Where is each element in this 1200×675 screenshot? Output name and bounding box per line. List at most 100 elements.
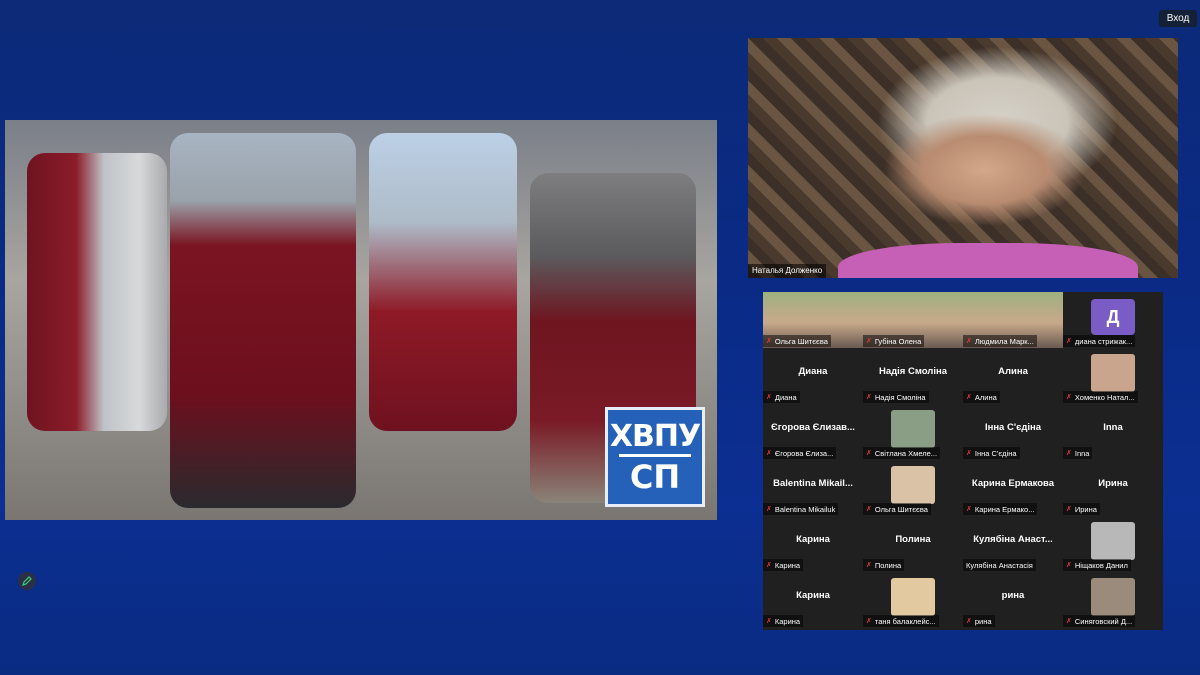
participant-name: Карина Ермако... [974, 504, 1035, 514]
participant-tile[interactable]: ✗ Губіна Олена [863, 292, 963, 348]
participant-name: Balentina Mikailuk [774, 504, 836, 514]
participant-tile[interactable]: ✗ Ніщаков Данил [1063, 516, 1163, 572]
participant-name: Алина [974, 392, 997, 402]
participant-label: ✗ Ирина [1063, 503, 1100, 515]
participant-label: ✗ рина [963, 615, 995, 627]
participant-name: Inna [1074, 448, 1090, 458]
participant-tile[interactable]: Полина ✗ Полина [863, 516, 963, 572]
participant-display-name: Balentina Mikail... [773, 477, 853, 489]
participant-display-name: Inna [1103, 421, 1123, 433]
participant-label: ✗ Диана [763, 391, 800, 403]
participant-label: ✗ Inna [1063, 447, 1093, 459]
avatar [891, 410, 935, 448]
participant-tile[interactable]: Д ✗ диана стрижак... [1063, 292, 1163, 348]
participant-tile[interactable]: ✗ таня балаклейс... [863, 572, 963, 628]
participant-tile[interactable]: Єгорова Єлизав... ✗ Єгорова Єлиза... [763, 404, 863, 460]
participant-label: ✗ Ольга Шитєєва [863, 503, 931, 515]
participant-name: Полина [874, 560, 902, 570]
shared-screen: ХВПУ СП [5, 120, 717, 520]
participant-tile[interactable]: Balentina Mikail... ✗ Balentina Mikailuk [763, 460, 863, 516]
participant-display-name: Полина [895, 533, 931, 545]
participant-name: Карина [774, 560, 801, 570]
participant-label: ✗ Єгорова Єлиза... [763, 447, 837, 459]
muted-mic-icon: ✗ [766, 337, 772, 345]
participant-label: ✗ Карина [763, 559, 804, 571]
annotate-pen-icon[interactable] [18, 572, 36, 590]
participant-tile[interactable]: ✗ Синяговский Д... [1063, 572, 1163, 628]
participant-name: Ольга Шитєєва [874, 504, 928, 514]
speaker-name-tag: Наталья Долженко [748, 264, 827, 278]
muted-mic-icon: ✗ [966, 337, 972, 345]
participant-label: ✗ Balentina Mikailuk [763, 503, 839, 515]
participant-label: ✗ Алина [963, 391, 1000, 403]
muted-mic-icon: ✗ [1066, 337, 1072, 345]
participant-tile[interactable]: Карина ✗ Карина [763, 516, 863, 572]
participant-name: Карина [774, 616, 801, 626]
participant-label: Кулябіна Анастасія [963, 559, 1036, 571]
participant-name: Єгорова Єлиза... [774, 448, 834, 458]
participant-name: Надія Смоліна [874, 392, 926, 402]
participant-name: Людмила Марк... [974, 336, 1034, 346]
participant-display-name: Диана [798, 365, 828, 377]
participant-name: Кулябіна Анастасія [966, 560, 1033, 570]
speaker-figure [838, 243, 1138, 278]
college-logo: ХВПУ СП [605, 407, 705, 507]
muted-mic-icon: ✗ [1066, 449, 1072, 457]
shared-image-panel [27, 153, 167, 431]
muted-mic-icon: ✗ [1066, 393, 1072, 401]
muted-mic-icon: ✗ [866, 617, 872, 625]
participant-gallery: ✗ Ольга Шитєєва ✗ Губіна Олена ✗ Людмила Марк… [763, 292, 1163, 630]
participant-label: ✗ таня балаклейс... [863, 615, 939, 627]
active-speaker-video[interactable]: Наталья Долженко [748, 38, 1178, 278]
shared-image-panel [369, 133, 517, 431]
muted-mic-icon: ✗ [866, 505, 872, 513]
participant-display-name: Кулябіна Анаст... [973, 533, 1053, 545]
participant-tile[interactable]: Ирина ✗ Ирина [1063, 460, 1163, 516]
participant-tile[interactable]: Надія Смоліна ✗ Надія Смоліна [863, 348, 963, 404]
muted-mic-icon: ✗ [766, 561, 772, 569]
participant-display-name: Алина [998, 365, 1028, 377]
participant-tile[interactable]: Інна С'єдіна ✗ Інна С'єдіна [963, 404, 1063, 460]
participant-tile[interactable]: ✗ Людмила Марк... [963, 292, 1063, 348]
participant-display-name: Інна С'єдіна [984, 421, 1042, 433]
participant-tile[interactable]: Карина Ермакова ✗ Карина Ермако... [963, 460, 1063, 516]
participant-tile[interactable]: Inna ✗ Inna [1063, 404, 1163, 460]
login-button[interactable]: Вход [1159, 10, 1197, 27]
muted-mic-icon: ✗ [866, 561, 872, 569]
muted-mic-icon: ✗ [766, 393, 772, 401]
participant-display-name: рина [1001, 589, 1025, 601]
muted-mic-icon: ✗ [866, 393, 872, 401]
participant-label: ✗ диана стрижак... [1063, 335, 1136, 347]
muted-mic-icon: ✗ [1066, 561, 1072, 569]
participant-label: ✗ Хоменко Натал... [1063, 391, 1138, 403]
avatar [891, 466, 935, 504]
muted-mic-icon: ✗ [866, 449, 872, 457]
participant-tile[interactable]: рина ✗ рина [963, 572, 1063, 628]
participant-name: Ирина [1074, 504, 1097, 514]
participant-label: ✗ Ольга Шитєєва [763, 335, 831, 347]
participant-label: ✗ Полина [863, 559, 905, 571]
participant-tile[interactable]: ✗ Ольга Шитєєва [863, 460, 963, 516]
participant-tile[interactable]: ✗ Хоменко Натал... [1063, 348, 1163, 404]
participant-tile[interactable]: Кулябіна Анаст... Кулябіна Анастасія [963, 516, 1063, 572]
participant-tile[interactable]: Алина ✗ Алина [963, 348, 1063, 404]
muted-mic-icon: ✗ [966, 617, 972, 625]
participant-name: Ніщаков Данил [1074, 560, 1128, 570]
participant-label: ✗ Ніщаков Данил [1063, 559, 1131, 571]
participant-tile[interactable]: Диана ✗ Диана [763, 348, 863, 404]
avatar-letter: Д [1091, 299, 1135, 335]
participant-name: Синяговский Д... [1074, 616, 1133, 626]
participant-name: Ольга Шитєєва [774, 336, 828, 346]
participant-name: таня балаклейс... [874, 616, 936, 626]
participant-tile[interactable]: ✗ Світлана Хмеле... [863, 404, 963, 460]
muted-mic-icon: ✗ [966, 505, 972, 513]
participant-display-name: Ирина [1098, 477, 1128, 489]
participant-label: ✗ Світлана Хмеле... [863, 447, 941, 459]
participant-tile[interactable]: Карина ✗ Карина [763, 572, 863, 628]
participant-tile[interactable]: ✗ Ольга Шитєєва [763, 292, 863, 348]
muted-mic-icon: ✗ [766, 617, 772, 625]
participant-name: Інна С'єдіна [974, 448, 1017, 458]
muted-mic-icon: ✗ [766, 449, 772, 457]
participant-label: ✗ Синяговский Д... [1063, 615, 1136, 627]
avatar [1091, 578, 1135, 616]
